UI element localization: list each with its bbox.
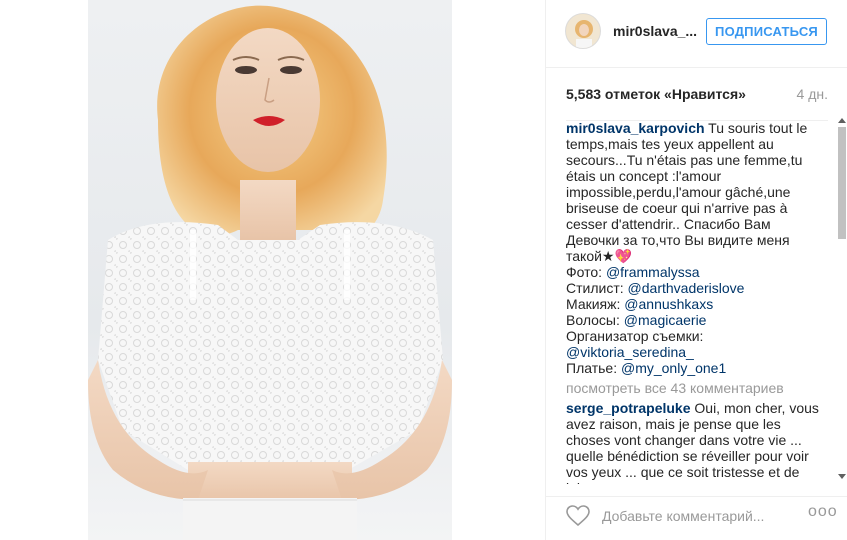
credit-stylist-mention[interactable]: @darthvaderislove: [628, 280, 745, 296]
comment-item: serge_potrapeluke Oui, mon cher, vous av…: [566, 400, 821, 484]
avatar[interactable]: [565, 13, 601, 49]
post-footer: Добавьте комментарий... ooo: [546, 496, 847, 540]
portrait-illustration: [88, 5, 452, 540]
scroll-down-arrow-icon[interactable]: [838, 474, 846, 479]
post-photo[interactable]: [88, 0, 452, 540]
credit-hair-label: Волосы:: [566, 312, 620, 328]
view-all-comments-link[interactable]: посмотреть все 43 комментариев: [566, 380, 821, 396]
follow-button[interactable]: ПОДПИСАТЬСЯ: [706, 18, 827, 45]
credit-organizer-mention[interactable]: @viktoria_seredina_: [566, 344, 694, 360]
caption: mir0slava_karpovich Tu souris tout le te…: [566, 120, 821, 376]
credit-stylist-label: Стилист:: [566, 280, 624, 296]
post-author-username[interactable]: mir0slava_...: [613, 23, 697, 39]
more-options-icon[interactable]: ooo: [808, 503, 838, 521]
add-comment-input[interactable]: Добавьте комментарий...: [602, 508, 764, 524]
credit-organizer-label: Организатор съемки:: [566, 328, 704, 344]
credit-makeup-mention[interactable]: @annushkaxs: [624, 296, 713, 312]
avatar-image: [566, 14, 600, 48]
likes-count[interactable]: 5,583 отметок «Нравится»: [566, 86, 746, 102]
credit-makeup-label: Макияж:: [566, 296, 621, 312]
comment-author[interactable]: serge_potrapeluke: [566, 400, 691, 416]
credit-hair-mention[interactable]: @magicaerie: [624, 312, 707, 328]
post-age[interactable]: 4 дн.: [797, 86, 828, 102]
comments-list[interactable]: mir0slava_karpovich Tu souris tout le te…: [566, 120, 821, 484]
photo-pane: [0, 0, 545, 540]
heart-icon[interactable]: [566, 505, 590, 527]
post-sidebar: mir0slava_... ПОДПИСАТЬСЯ 5,583 отметок …: [545, 0, 847, 540]
caption-text: Tu souris tout le temps,mais tes yeux ap…: [566, 120, 808, 264]
likes-row: 5,583 отметок «Нравится» 4 дн.: [566, 86, 828, 121]
comments-scrollbar[interactable]: [837, 118, 847, 484]
post-header: mir0slava_... ПОДПИСАТЬСЯ: [546, 0, 847, 68]
scroll-up-arrow-icon[interactable]: [838, 118, 846, 123]
credit-photo-label: Фото:: [566, 264, 603, 280]
credit-dress-mention[interactable]: @my_only_one1: [621, 360, 726, 376]
caption-author[interactable]: mir0slava_karpovich: [566, 120, 705, 136]
credit-dress-label: Платье:: [566, 360, 618, 376]
credit-photo-mention[interactable]: @frammalyssa: [606, 264, 700, 280]
scroll-thumb[interactable]: [838, 127, 846, 239]
